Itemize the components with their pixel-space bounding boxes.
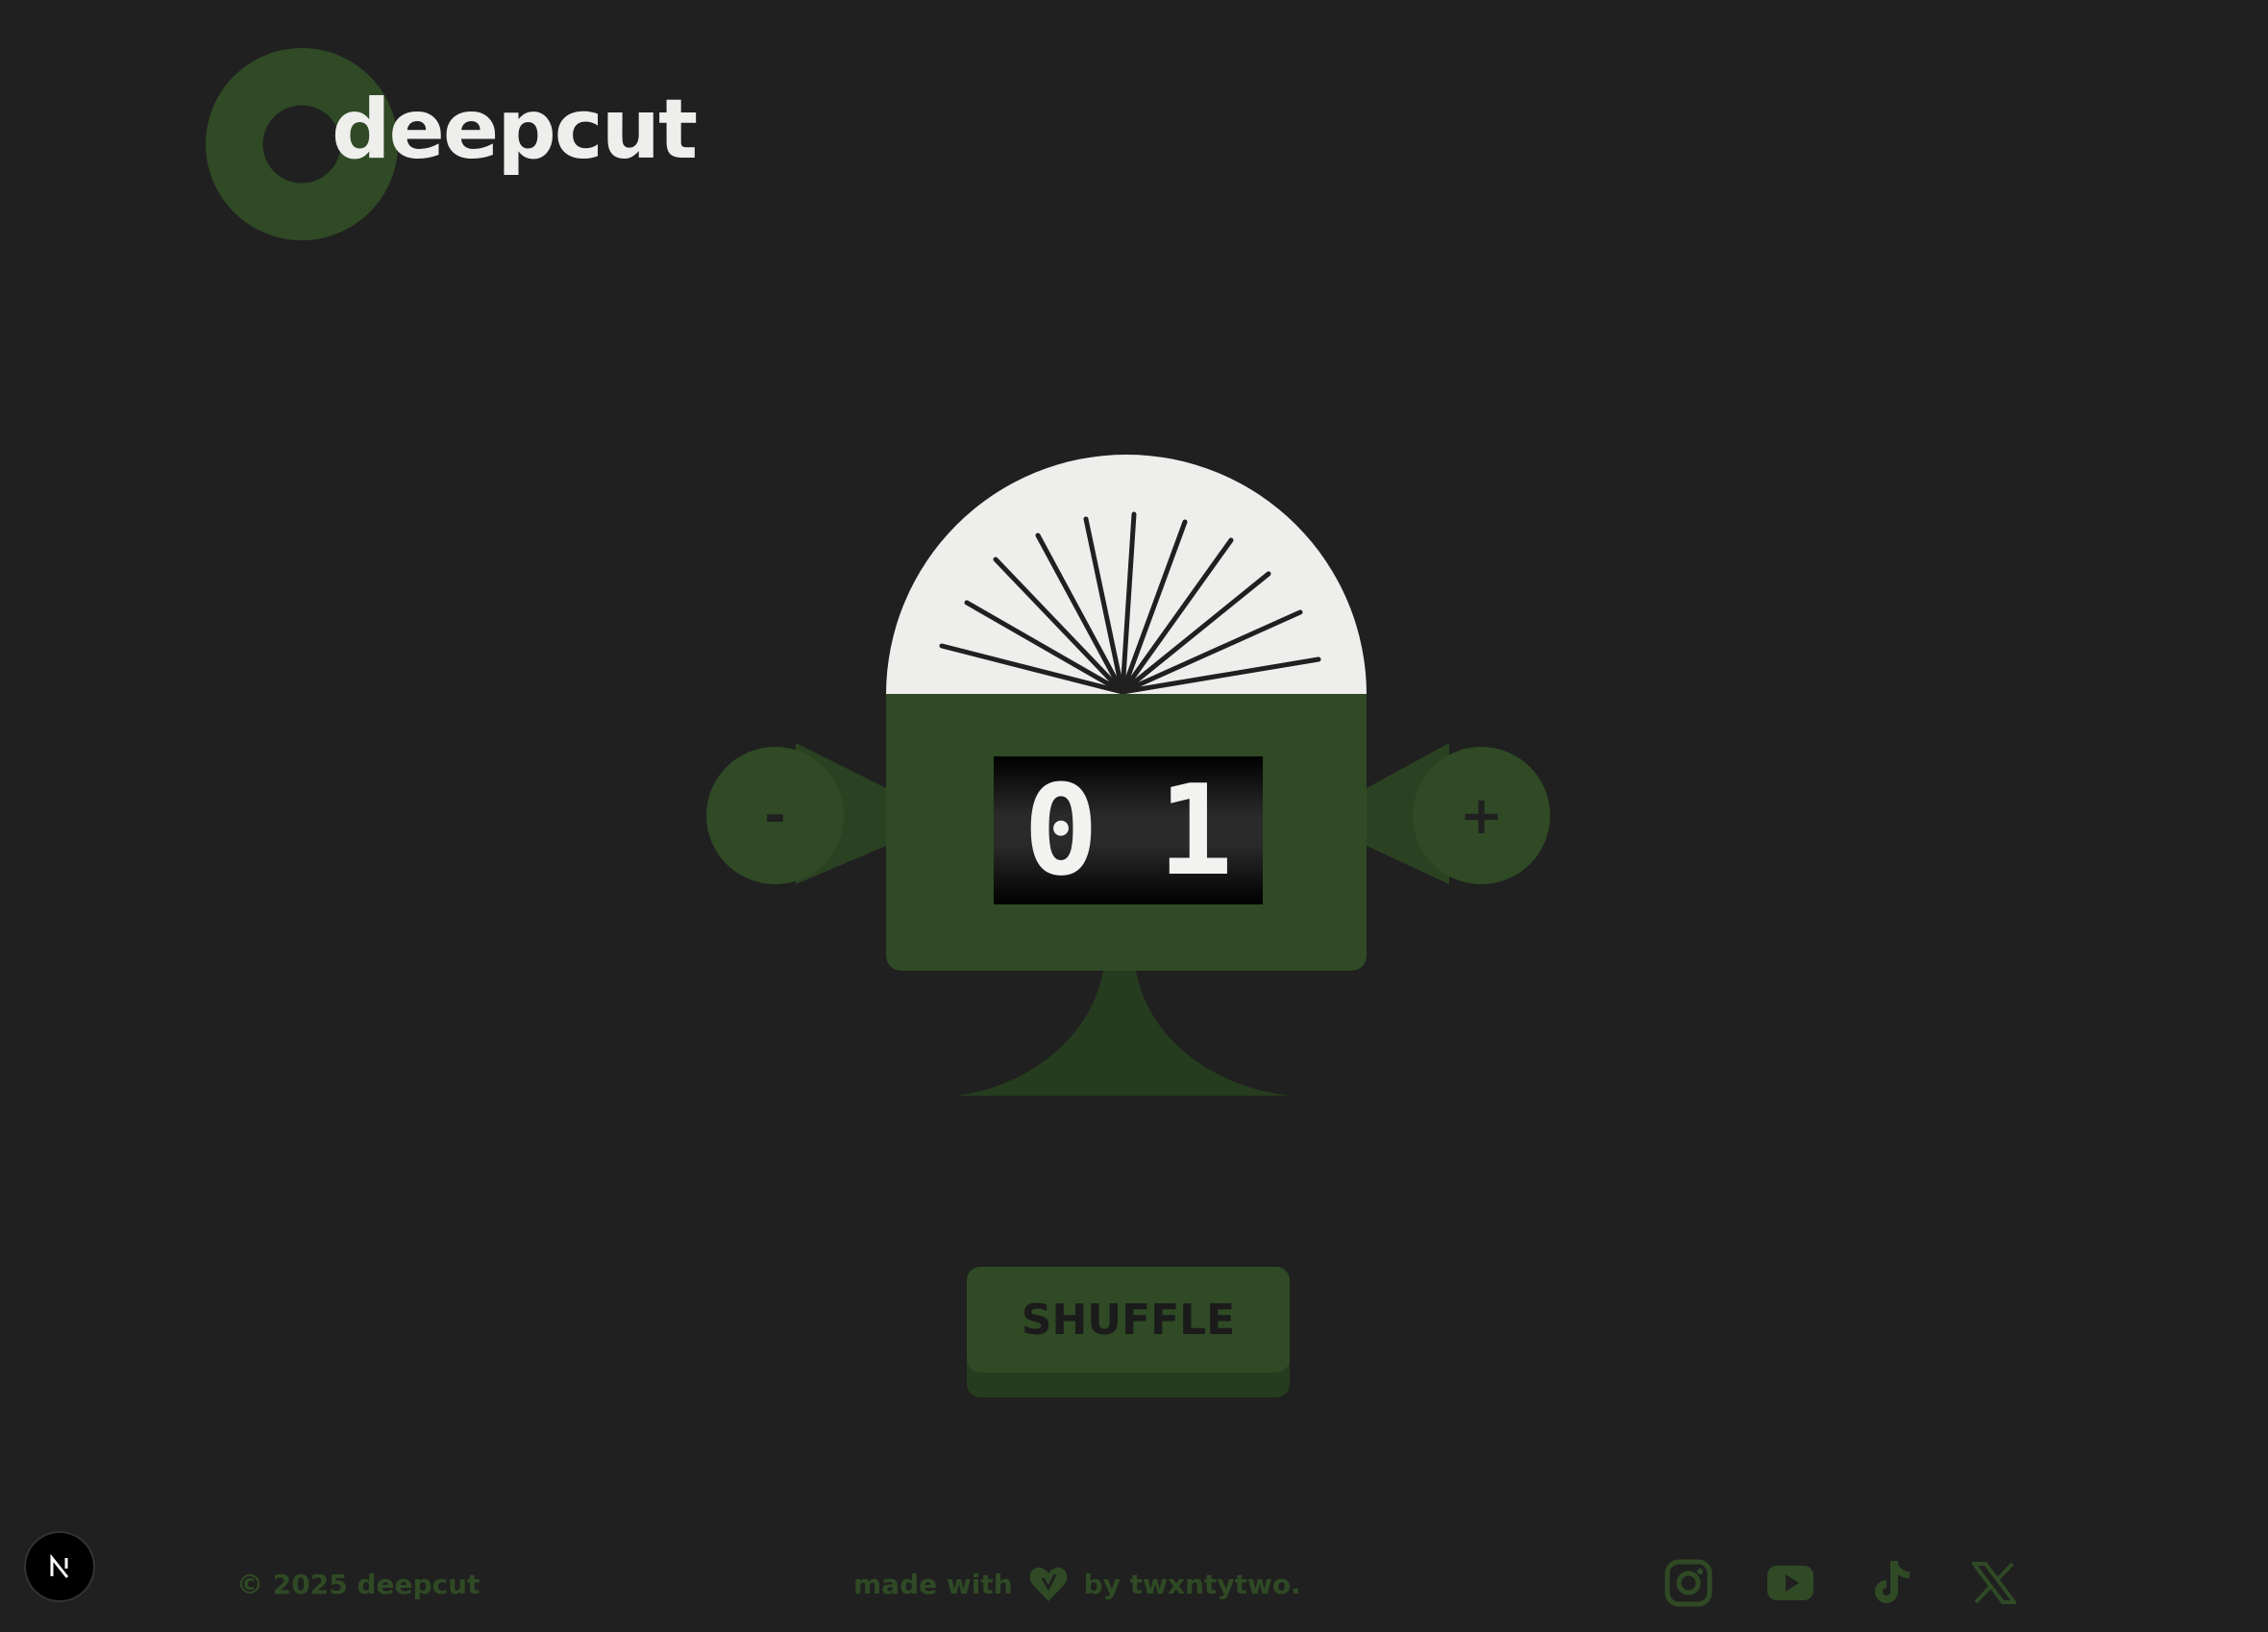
increment-button[interactable]: + — [1413, 747, 1550, 884]
plus-icon: + — [1459, 784, 1504, 846]
tiktok-link[interactable] — [1866, 1557, 1918, 1609]
minus-icon: - — [764, 784, 786, 846]
footer-credit: made with by twxntytwo. — [853, 1565, 1301, 1603]
machine-stand — [957, 971, 1290, 1096]
counter-digit-tens: 0 — [1023, 757, 1099, 903]
logo[interactable]: deepcut — [206, 48, 705, 240]
made-with-text: made with — [853, 1568, 1013, 1600]
shuffle-button-label: SHUFFLE — [967, 1267, 1290, 1372]
nextjs-icon — [50, 1553, 69, 1578]
instagram-link[interactable] — [1663, 1557, 1714, 1609]
tiktok-icon — [1875, 1561, 1911, 1603]
counter-digit-ones: 1 — [1157, 757, 1234, 903]
x-icon — [1972, 1562, 2016, 1604]
logo-wordmark: deepcut — [332, 82, 698, 178]
decrement-button[interactable]: - — [706, 747, 844, 884]
social-links — [1663, 1557, 2020, 1609]
youtube-icon — [1767, 1566, 1813, 1600]
counter-display: 0 1 — [994, 756, 1263, 904]
youtube-link[interactable] — [1764, 1557, 1816, 1609]
shuffle-machine: 0 1 - + — [673, 423, 1595, 1115]
author-link[interactable]: by twxntytwo. — [1084, 1569, 1301, 1600]
x-link[interactable] — [1968, 1557, 2020, 1609]
heart-icon — [1029, 1567, 1068, 1601]
footer-copyright: © 2025 deepcut — [236, 1569, 481, 1600]
instagram-icon — [1664, 1559, 1713, 1607]
nextjs-dev-badge[interactable] — [26, 1533, 93, 1600]
shuffle-button[interactable]: SHUFFLE — [967, 1267, 1290, 1397]
